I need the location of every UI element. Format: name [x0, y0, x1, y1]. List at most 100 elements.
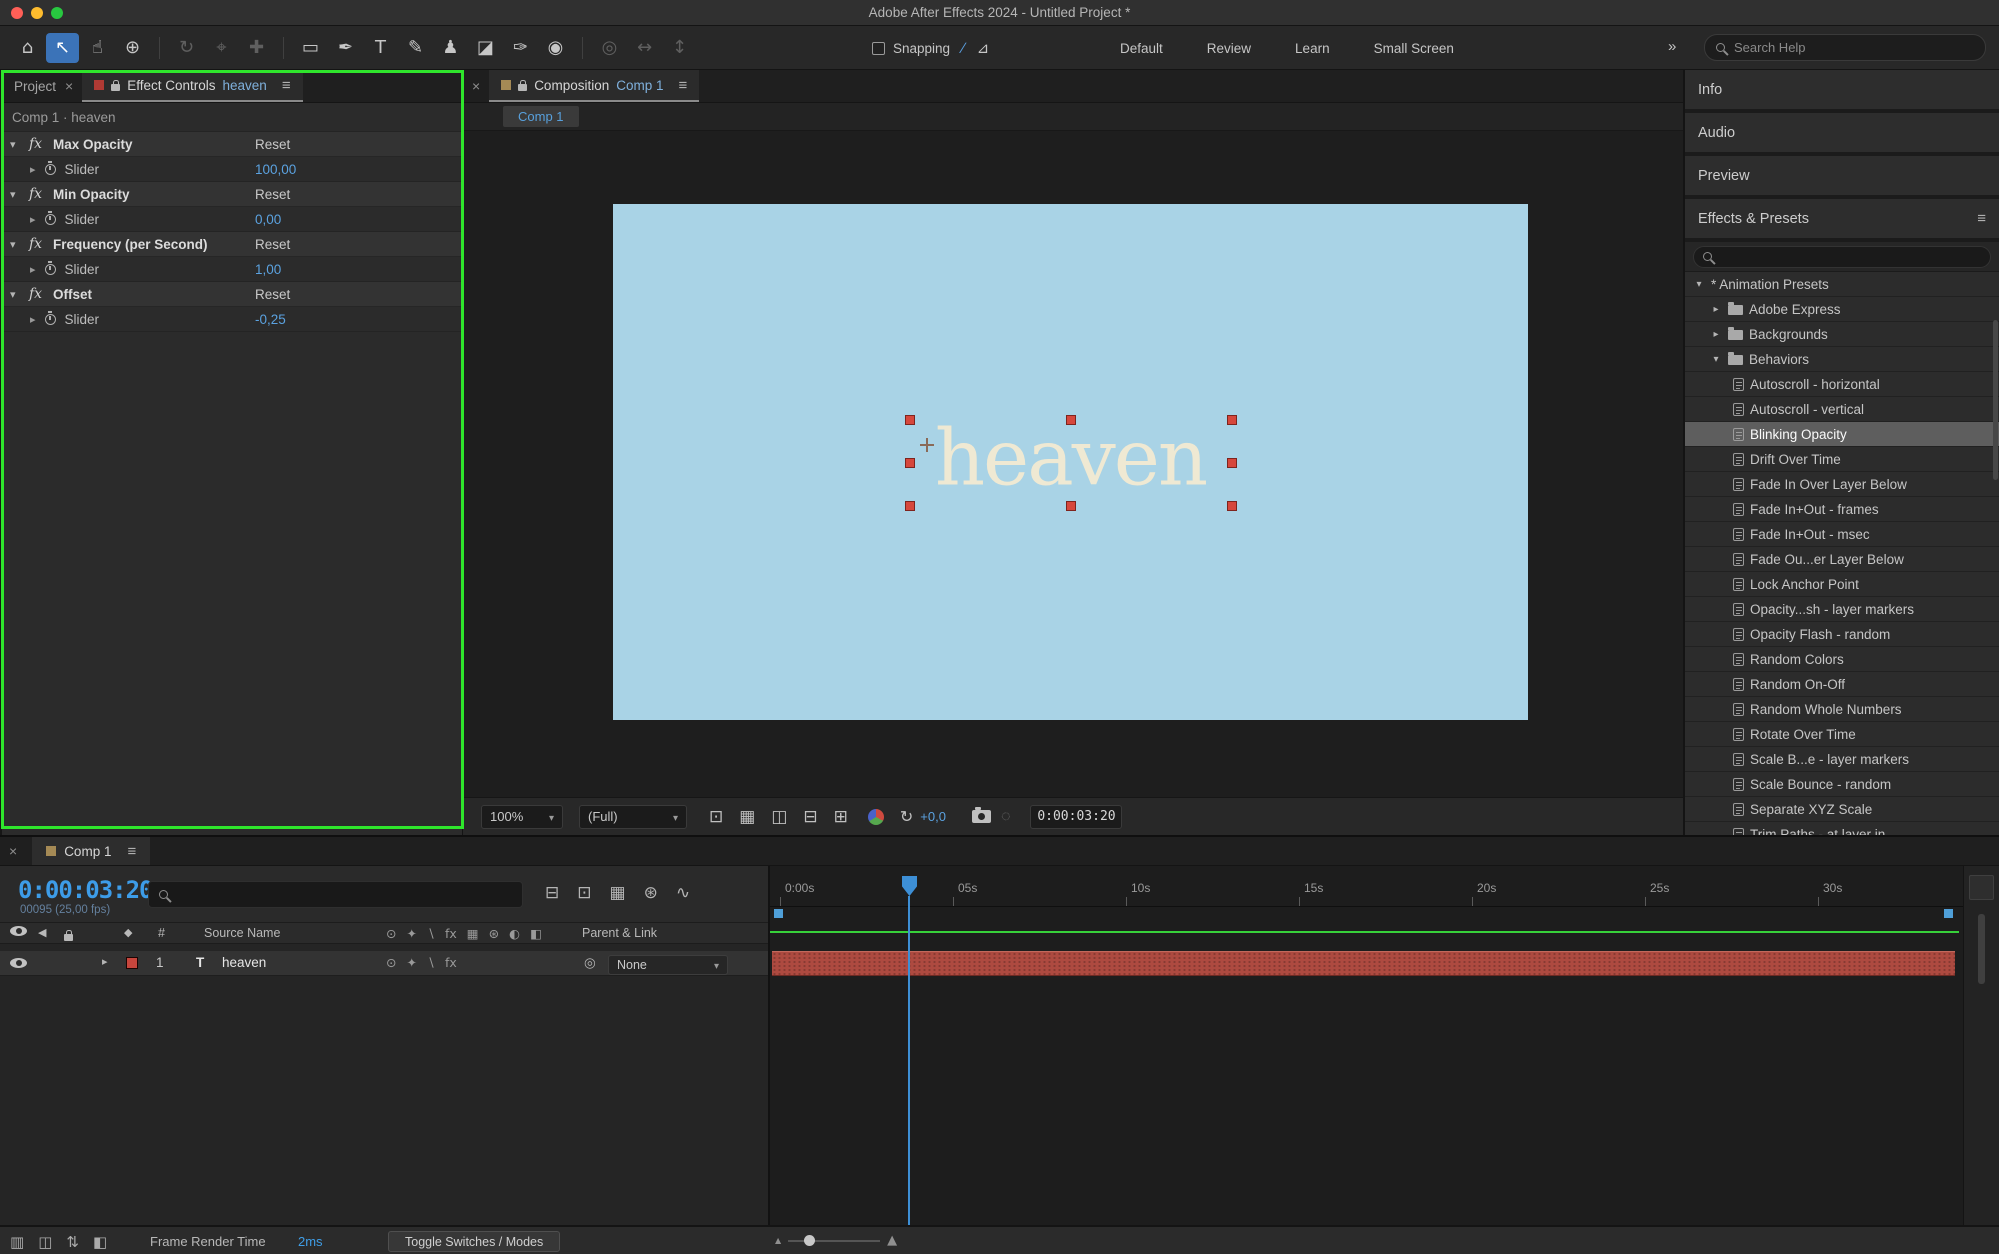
close-window-button[interactable]: [11, 7, 23, 19]
preset-tree-row[interactable]: Fade Ou...er Layer Below: [1685, 547, 1999, 572]
panel-menu-icon[interactable]: ≡: [282, 77, 291, 94]
mask-visibility-icon[interactable]: ◫: [771, 807, 787, 827]
workspace-learn[interactable]: Learn: [1273, 35, 1352, 62]
viewer-area[interactable]: heaven: [463, 131, 1683, 797]
magnification-dropdown[interactable]: 100%: [481, 805, 563, 829]
panel-audio[interactable]: Audio: [1685, 113, 1999, 156]
region-of-interest-icon[interactable]: ⊡: [709, 807, 723, 827]
stopwatch-icon[interactable]: [45, 314, 56, 325]
presets-scrollbar[interactable]: [1993, 320, 1998, 480]
motion-blur-icon[interactable]: ⊛: [489, 926, 499, 941]
selection-tool-icon[interactable]: ↖: [46, 33, 79, 63]
preset-tree-row[interactable]: Scale Bounce - random: [1685, 772, 1999, 797]
help-search-box[interactable]: [1704, 34, 1986, 61]
help-search-input[interactable]: [1734, 40, 1974, 55]
workspace-default[interactable]: Default: [1098, 35, 1185, 62]
expand-inout-pane-icon[interactable]: ⇅: [66, 1233, 79, 1251]
chevron-right-icon[interactable]: [30, 213, 36, 226]
chevron-down-icon[interactable]: [10, 188, 23, 201]
resolution-dropdown[interactable]: (Full): [579, 805, 687, 829]
chevron-right-icon[interactable]: [30, 163, 36, 176]
layer-duration-bar[interactable]: [772, 951, 1955, 976]
frame-blend-icon[interactable]: ▦: [467, 926, 479, 941]
panel-menu-icon[interactable]: ≡: [127, 843, 136, 860]
panel-menu-icon[interactable]: ≡: [679, 77, 688, 94]
composition-canvas[interactable]: heaven: [613, 204, 1528, 720]
preset-tree-row[interactable]: Blinking Opacity: [1685, 422, 1999, 447]
snapping-checkbox[interactable]: [872, 42, 885, 55]
rotation-tool-icon[interactable]: ↻: [170, 33, 203, 63]
expand-transfer-pane-icon[interactable]: ◫: [38, 1233, 52, 1251]
roto-brush-tool-icon[interactable]: ✑: [504, 33, 537, 63]
presets-search-input[interactable]: [1719, 249, 1981, 264]
brush-tool-icon[interactable]: ✎: [399, 33, 432, 63]
effect-reset-link[interactable]: Reset: [255, 237, 290, 252]
audio-column-icon[interactable]: ◀: [38, 926, 46, 939]
chevron-right-icon[interactable]: [30, 313, 36, 326]
type-tool-icon[interactable]: T: [364, 33, 397, 63]
effect-header-row[interactable]: fx Max Opacity Reset: [2, 132, 462, 157]
close-tab-icon[interactable]: ×: [0, 843, 26, 859]
chevron-right-icon[interactable]: [30, 263, 36, 276]
timeline-graph-area[interactable]: 0:00s05s10s15s20s25s30s: [768, 866, 1999, 1225]
eye-column-icon[interactable]: [10, 926, 27, 936]
frame-blend-toggle-icon[interactable]: ▦: [610, 883, 626, 903]
shy-icon[interactable]: ⊙: [386, 926, 396, 941]
workspace-overflow-button[interactable]: »: [1668, 38, 1676, 55]
pen-tool-icon[interactable]: ✒: [329, 33, 362, 63]
anchor-point-icon[interactable]: [920, 438, 934, 452]
comp-flowchart-icon[interactable]: ⊟: [545, 883, 559, 903]
twirl-icon[interactable]: [1710, 329, 1722, 340]
layer-row[interactable]: 1 T heaven ⊙✦∖fx ◎ None: [0, 951, 768, 976]
param-value[interactable]: -0,25: [255, 312, 286, 327]
close-tab-icon[interactable]: ×: [56, 78, 82, 94]
preset-tree-row[interactable]: Fade In+Out - msec: [1685, 522, 1999, 547]
selection-handle[interactable]: [1227, 458, 1237, 468]
lock-column-icon[interactable]: [64, 934, 73, 941]
effect-param-row[interactable]: Slider -0,25: [2, 307, 462, 332]
pan-camera-icon[interactable]: ↔: [628, 33, 661, 63]
param-value[interactable]: 1,00: [255, 262, 281, 277]
stopwatch-icon[interactable]: [45, 164, 56, 175]
lock-icon[interactable]: [111, 84, 120, 91]
minimize-window-button[interactable]: [31, 7, 43, 19]
selection-bounding-box[interactable]: [910, 420, 1232, 506]
tab-timeline-comp[interactable]: Comp 1 ≡: [32, 837, 150, 865]
selection-handle[interactable]: [1227, 501, 1237, 511]
twirl-icon[interactable]: [1710, 304, 1722, 315]
motion-blur-toggle-icon[interactable]: ⊛: [644, 883, 658, 903]
exposure-control[interactable]: ↻ +0,0: [900, 807, 946, 827]
param-value[interactable]: 0,00: [255, 212, 281, 227]
preset-tree-row[interactable]: Drift Over Time: [1685, 447, 1999, 472]
effect-param-row[interactable]: Slider 0,00: [2, 207, 462, 232]
preset-tree-row[interactable]: Autoscroll - horizontal: [1685, 372, 1999, 397]
folder-behaviors[interactable]: Behaviors: [1685, 347, 1999, 372]
graph-editor-icon[interactable]: ∿: [676, 883, 690, 903]
hand-tool-icon[interactable]: ☝: [81, 33, 114, 63]
effect-reset-link[interactable]: Reset: [255, 187, 290, 202]
toggle-switches-modes-button[interactable]: Toggle Switches / Modes: [388, 1231, 560, 1252]
work-area-bar[interactable]: [770, 931, 1959, 933]
tab-project[interactable]: Project: [2, 79, 56, 94]
toolbar-separator[interactable]: [159, 37, 160, 59]
column-parent-link[interactable]: Parent & Link: [582, 926, 657, 940]
adjustment-layer-icon[interactable]: ◐: [509, 926, 520, 941]
collapse-transforms-icon[interactable]: ✦: [406, 926, 416, 941]
rectangle-tool-icon[interactable]: ▭: [294, 33, 327, 63]
folder-adobe-express[interactable]: Adobe Express: [1685, 297, 1999, 322]
draft-3d-icon[interactable]: ⊡: [577, 883, 591, 903]
chevron-down-icon[interactable]: [10, 238, 23, 251]
zoom-tool-icon[interactable]: ⊕: [116, 33, 149, 63]
effect-reset-link[interactable]: Reset: [255, 287, 290, 302]
selection-handle[interactable]: [1066, 415, 1076, 425]
preset-tree-row[interactable]: Autoscroll - vertical: [1685, 397, 1999, 422]
preset-tree-row[interactable]: Scale B...e - layer markers: [1685, 747, 1999, 772]
selection-handle[interactable]: [905, 458, 915, 468]
selection-handle[interactable]: [905, 415, 915, 425]
snapshot-camera-icon[interactable]: [972, 810, 991, 823]
show-snapshot-icon[interactable]: ◌: [1001, 808, 1011, 826]
twirl-icon[interactable]: [1693, 279, 1705, 290]
stopwatch-icon[interactable]: [45, 264, 56, 275]
workspace-review[interactable]: Review: [1185, 35, 1273, 62]
chevron-down-icon[interactable]: [10, 138, 23, 151]
